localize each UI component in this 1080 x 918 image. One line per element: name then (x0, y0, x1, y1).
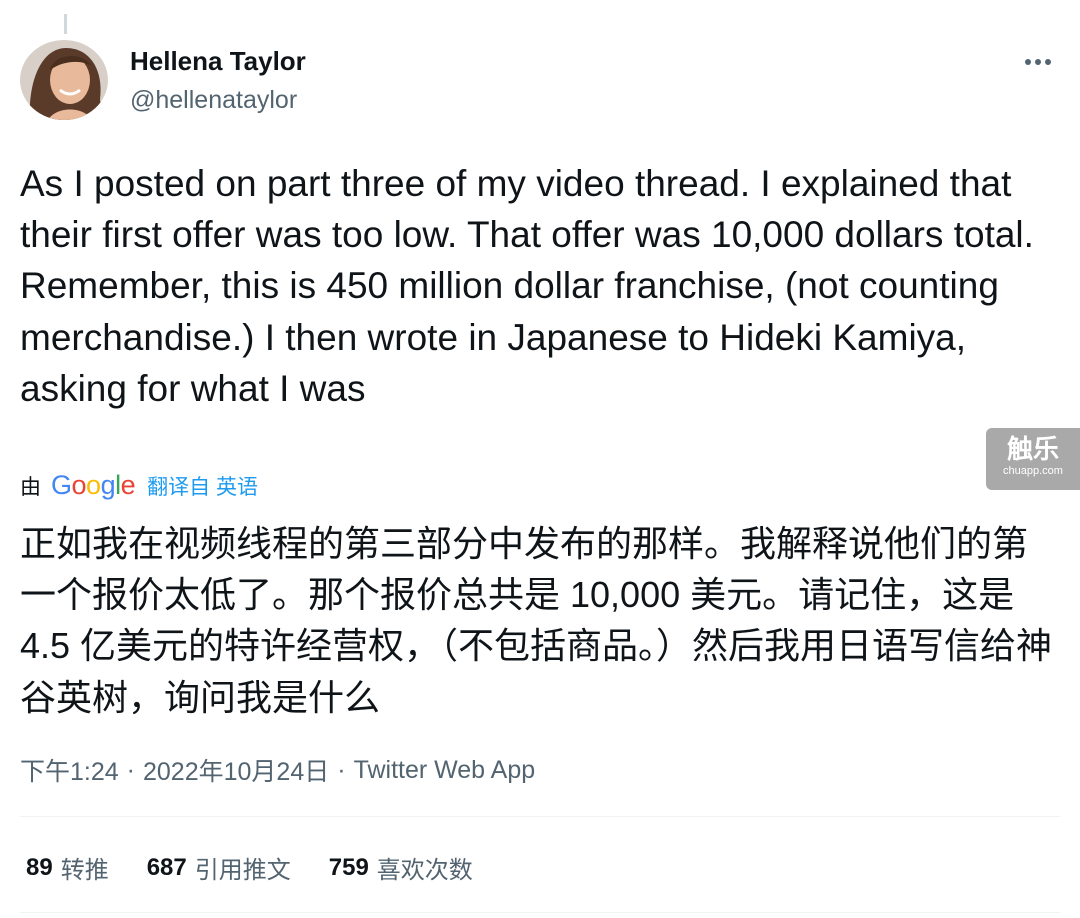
retweets-count: 89 (26, 853, 53, 881)
site-watermark: 触乐 chuapp.com (986, 428, 1080, 490)
avatar[interactable] (20, 40, 108, 120)
author-handle[interactable]: @hellenataylor (130, 86, 297, 115)
more-horizontal-icon (1025, 59, 1051, 65)
likes-label: 喜欢次数 (376, 857, 473, 884)
quotes-stat[interactable]: 687 引用推文 (147, 850, 291, 885)
meta-separator: · (126, 755, 135, 784)
avatar-photo (20, 40, 108, 120)
google-letter: o (86, 470, 101, 500)
retweets-label: 转推 (60, 857, 109, 884)
author-display-name[interactable]: Hellena Taylor (130, 46, 306, 77)
retweets-stat[interactable]: 89 转推 (26, 850, 109, 885)
translated-from-link[interactable]: 翻译自 英语 (147, 471, 258, 501)
translated-tweet-text: 正如我在视频线程的第三部分中发布的那样。我解释说他们的第一个报价太低了。那个报价… (20, 523, 1053, 718)
meta-separator: · (337, 755, 346, 784)
translated-by-prefix: 由 (20, 475, 41, 499)
quotes-label: 引用推文 (194, 857, 291, 884)
google-letter: G (51, 470, 72, 500)
google-letter: o (71, 470, 87, 500)
likes-stat[interactable]: 759 喜欢次数 (329, 850, 473, 885)
tweet-time[interactable]: 下午1:24 (20, 752, 119, 788)
quotes-count: 687 (146, 853, 187, 881)
watermark-domain: chuapp.com (1003, 465, 1063, 477)
more-button[interactable] (1016, 44, 1060, 80)
watermark-logo: 触乐 (1006, 434, 1059, 464)
tweet-date[interactable]: 2022年10月24日 (143, 752, 329, 788)
translation-attribution: 由 G o o g l e 翻译自 英语 (20, 470, 258, 501)
likes-count: 759 (328, 853, 369, 881)
google-letter: g (100, 470, 116, 500)
tweet-meta: 下午1:24 · 2022年10月24日 · Twitter Web App (20, 752, 535, 788)
divider (20, 816, 1060, 817)
thread-connector-line (64, 14, 67, 34)
engagement-stats: 89 转推 687 引用推文 759 喜欢次数 (26, 850, 511, 885)
tweet-source[interactable]: Twitter Web App (354, 756, 536, 785)
divider (20, 912, 1060, 913)
google-logo: G o o g l e (51, 470, 136, 501)
google-letter: e (120, 470, 136, 500)
tweet-text: As I posted on part three of my video th… (20, 163, 1034, 409)
